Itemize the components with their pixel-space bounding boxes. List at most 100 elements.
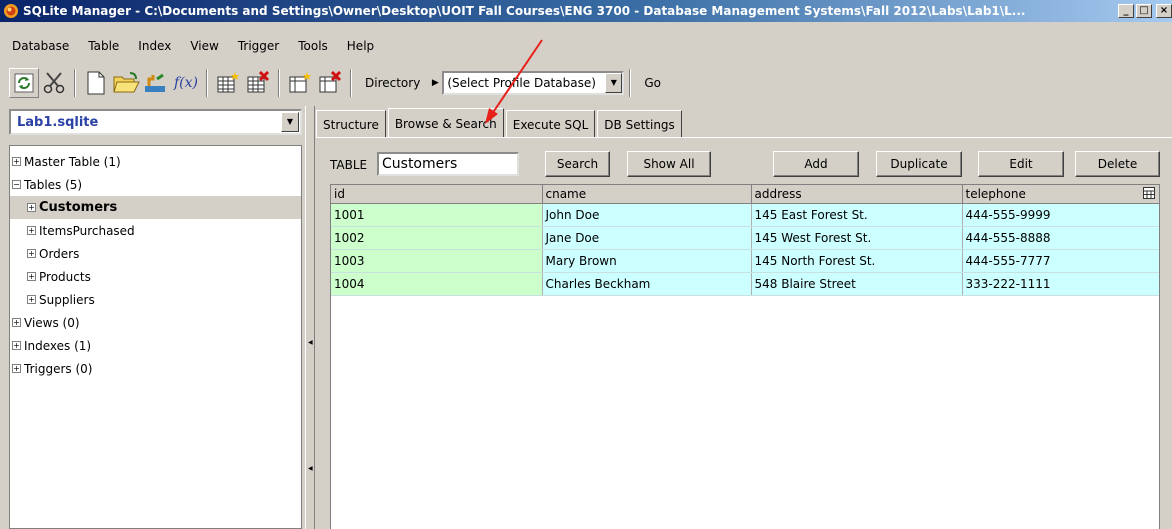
maximize-button[interactable]: □ (1136, 4, 1152, 18)
table-row[interactable]: 1003 Mary Brown 145 North Forest St. 444… (331, 249, 1159, 273)
table-row[interactable]: 1004 Charles Beckham 548 Blaire Street 3… (331, 272, 1159, 296)
tree-item-tables[interactable]: − Tables (5) (10, 173, 301, 196)
expand-icon[interactable]: + (12, 364, 21, 373)
edit-button[interactable]: Edit (978, 151, 1064, 177)
function-icon: f(x) (173, 75, 198, 91)
menu-tools[interactable]: Tools (298, 39, 328, 53)
go-button[interactable]: Go (636, 76, 669, 90)
drop-table-button[interactable] (243, 68, 273, 98)
title-bar[interactable]: SQLite Manager - C:\Documents and Settin… (0, 0, 1172, 22)
tree-item-triggers[interactable]: + Triggers (0) (10, 357, 301, 380)
directory-arrow-icon[interactable]: ▶ (428, 78, 442, 88)
menu-database[interactable]: Database (12, 39, 69, 53)
tab-bar: Structure Browse & Search Execute SQL DB… (316, 108, 684, 138)
pane-splitter[interactable]: ◀ ◀ (305, 106, 315, 529)
tab-structure[interactable]: Structure (316, 110, 386, 138)
expand-icon[interactable]: + (27, 295, 36, 304)
menu-help[interactable]: Help (347, 39, 374, 53)
connect-database-button[interactable] (141, 68, 171, 98)
cell-telephone[interactable]: 444-555-9999 (961, 203, 1159, 227)
collapse-icon[interactable]: − (12, 180, 21, 189)
menu-view[interactable]: View (190, 39, 218, 53)
cell-id[interactable]: 1001 (331, 203, 543, 227)
table-row[interactable]: 1002 Jane Doe 145 West Forest St. 444-55… (331, 226, 1159, 250)
table-row[interactable]: 1001 John Doe 145 East Forest St. 444-55… (331, 203, 1159, 227)
drop-table-icon (247, 71, 270, 93)
create-table-button[interactable] (213, 68, 243, 98)
cell-id[interactable]: 1004 (331, 272, 543, 296)
cell-telephone[interactable]: 444-555-8888 (961, 226, 1159, 250)
cell-address[interactable]: 145 East Forest St. (750, 203, 963, 227)
drop-index-button[interactable] (315, 68, 345, 98)
search-button[interactable]: Search (545, 151, 610, 177)
minimize-button[interactable]: _ (1118, 4, 1134, 18)
menu-index[interactable]: Index (138, 39, 171, 53)
function-button[interactable]: f(x) (171, 68, 201, 98)
cell-address[interactable]: 145 West Forest St. (750, 226, 963, 250)
tree-item-orders[interactable]: + Orders (10, 242, 301, 265)
column-header-cname[interactable]: cname (542, 185, 752, 204)
column-header-id[interactable]: id (331, 185, 543, 204)
menu-table[interactable]: Table (88, 39, 119, 53)
collapse-left-arrow-icon[interactable]: ◀ (308, 340, 313, 346)
expand-icon[interactable]: + (27, 249, 36, 258)
app-window: SQLite Manager - C:\Documents and Settin… (0, 0, 1172, 529)
column-picker-icon[interactable] (1142, 187, 1155, 199)
cell-address[interactable]: 145 North Forest St. (750, 249, 963, 273)
table-name-input[interactable]: Customers (377, 152, 519, 176)
expand-icon[interactable]: + (12, 341, 21, 350)
tree-item-products[interactable]: + Products (10, 265, 301, 288)
tree-item-label: Indexes (1) (24, 338, 92, 353)
tree-item-suppliers[interactable]: + Suppliers (10, 288, 301, 311)
new-database-button[interactable] (81, 68, 111, 98)
column-header-address[interactable]: address (751, 185, 963, 204)
cell-id[interactable]: 1003 (331, 249, 543, 273)
collapse-left-arrow-icon[interactable]: ◀ (308, 466, 313, 472)
add-button[interactable]: Add (773, 151, 859, 177)
tree-item-indexes[interactable]: + Indexes (1) (10, 334, 301, 357)
close-button[interactable]: × (1156, 4, 1172, 18)
expand-icon[interactable]: + (27, 203, 36, 212)
expand-icon[interactable]: + (27, 226, 36, 235)
profile-select-value: (Select Profile Database) (447, 76, 596, 90)
refresh-button[interactable] (9, 68, 39, 98)
duplicate-button[interactable]: Duplicate (876, 151, 962, 177)
tab-execute-sql[interactable]: Execute SQL (505, 110, 596, 138)
tab-browse-search[interactable]: Browse & Search (387, 108, 504, 138)
column-header-telephone[interactable]: telephone (962, 185, 1159, 204)
expand-icon[interactable]: + (12, 318, 21, 327)
cell-cname[interactable]: Charles Beckham (541, 272, 752, 296)
settings-tools-button[interactable] (39, 68, 69, 98)
create-index-icon (289, 72, 311, 93)
data-grid[interactable]: id cname address telephone 1001 John Doe… (330, 184, 1160, 529)
tree-item-label: Triggers (0) (24, 361, 93, 376)
sqlite-manager-icon (4, 4, 18, 18)
tree-item-customers[interactable]: + Customers (10, 196, 301, 219)
cell-telephone[interactable]: 333-222-1111 (961, 272, 1159, 296)
expand-icon[interactable]: + (27, 272, 36, 281)
cell-cname[interactable]: Jane Doe (541, 226, 752, 250)
tree-item-master-table[interactable]: + Master Table (1) (10, 150, 301, 173)
toolbar-separator (278, 69, 280, 97)
cell-cname[interactable]: John Doe (541, 203, 752, 227)
cell-cname[interactable]: Mary Brown (541, 249, 752, 273)
cell-address[interactable]: 548 Blaire Street (750, 272, 963, 296)
tree-item-itemspurchased[interactable]: + ItemsPurchased (10, 219, 301, 242)
menu-trigger[interactable]: Trigger (238, 39, 279, 53)
create-index-button[interactable] (285, 68, 315, 98)
delete-button[interactable]: Delete (1075, 151, 1160, 177)
expand-icon[interactable]: + (12, 157, 21, 166)
directory-menu[interactable]: Directory (357, 76, 428, 90)
profile-database-select[interactable]: (Select Profile Database) ▼ (442, 71, 625, 95)
open-database-button[interactable] (111, 68, 141, 98)
tab-db-settings[interactable]: DB Settings (597, 110, 682, 138)
cell-telephone[interactable]: 444-555-7777 (961, 249, 1159, 273)
database-select[interactable]: Lab1.sqlite ▼ (9, 109, 302, 135)
show-all-button[interactable]: Show All (627, 151, 711, 177)
dropdown-arrow-icon[interactable]: ▼ (281, 112, 299, 132)
scissors-wrench-icon (43, 72, 65, 94)
tab-label: Browse & Search (394, 116, 497, 131)
cell-id[interactable]: 1002 (331, 226, 543, 250)
tree-item-views[interactable]: + Views (0) (10, 311, 301, 334)
dropdown-arrow-icon[interactable]: ▼ (605, 73, 623, 93)
